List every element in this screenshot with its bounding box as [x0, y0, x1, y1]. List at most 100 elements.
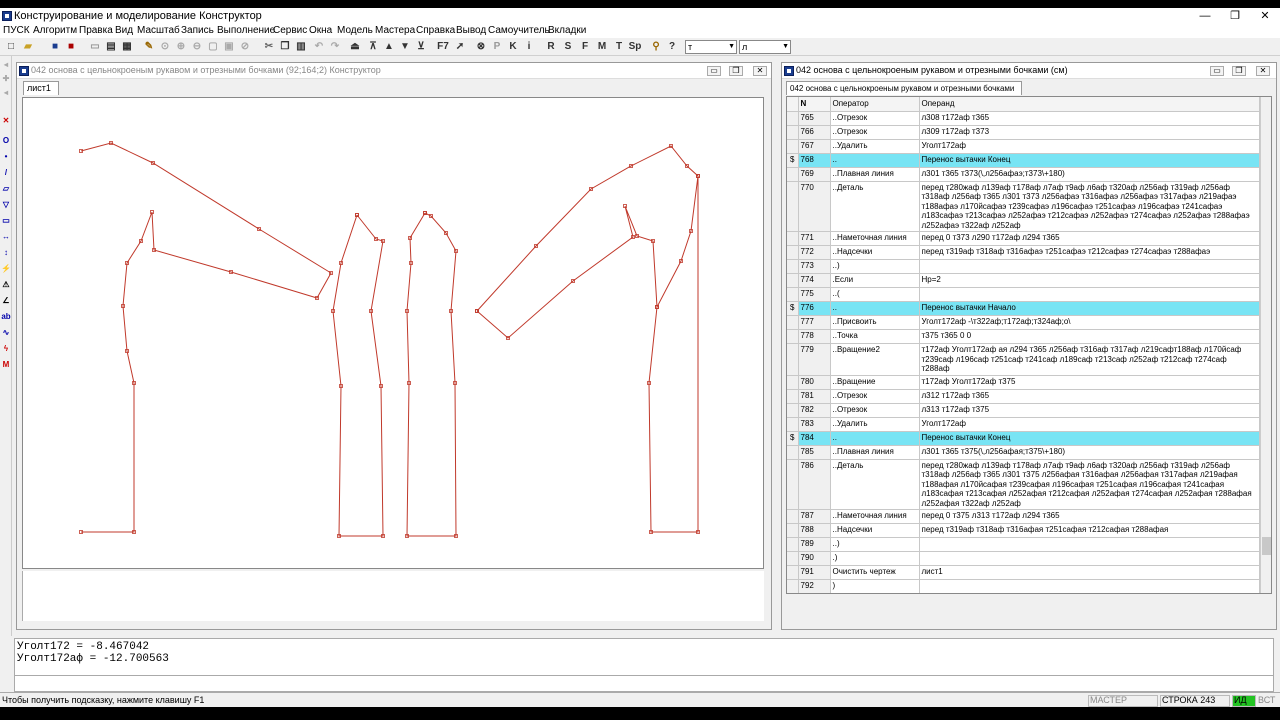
table-row[interactable]: 769 ..Плавная линия л301 т365 т373(\,л256а… [787, 167, 1260, 182]
menu-view[interactable]: Вид [115, 25, 133, 36]
table-row[interactable]: 772 ..Надсечки перед т319аф т318аф т316афа… [787, 245, 1260, 260]
p-button[interactable]: P [490, 40, 504, 54]
table-row[interactable]: 792) [787, 579, 1260, 593]
side-panel-right-piece[interactable] [406, 212, 457, 537]
table-row[interactable]: 786 ..Деталь перед т280жаф л139аф т178аф л… [787, 459, 1260, 510]
header-operator[interactable]: Оператор [830, 97, 920, 112]
menu-tabs[interactable]: Вкладки [548, 25, 586, 36]
zigzag-tool-icon[interactable]: ⚡ [1, 264, 11, 274]
table-row[interactable]: 778 ..Точка т375 т365 0 0 [787, 329, 1260, 344]
drawing-canvas[interactable] [22, 97, 764, 569]
zoom-prev-icon[interactable]: ⊘ [238, 40, 252, 54]
line-tool-icon[interactable]: / [1, 168, 11, 178]
triangle-up-icon[interactable]: ▲ [382, 40, 396, 54]
menu-record[interactable]: Запись [181, 25, 214, 36]
sp-button[interactable]: Sp [627, 40, 643, 54]
scissors-icon[interactable]: ✂ [262, 40, 276, 54]
table-row[interactable]: 773..) [787, 259, 1260, 274]
point-tool-icon[interactable]: • [1, 152, 11, 162]
table-row[interactable]: 774 .Если Нр=2 [787, 273, 1260, 288]
k-button[interactable]: K [506, 40, 520, 54]
arrow-cursor-icon[interactable]: ➚ [453, 40, 467, 54]
menu-start[interactable]: ПУСК [3, 25, 30, 36]
t-button[interactable]: T [612, 40, 626, 54]
table-row[interactable]: 782 ..Отрезок л313 т172аф т375 [787, 403, 1260, 418]
table-row[interactable]: 780 ..Вращение т172аф Уголт172аф т375 [787, 375, 1260, 390]
back-icon[interactable]: ◂ [1, 88, 11, 98]
operations-window-restore-button[interactable]: ❐ [1232, 66, 1246, 76]
menu-wizards[interactable]: Мастера [375, 25, 415, 36]
cut-icon[interactable]: ▭ [88, 40, 102, 54]
drawing-scroll-area[interactable] [22, 571, 764, 621]
table-row[interactable]: 767 ..Удалить Уголт172аф [787, 139, 1260, 154]
close-button[interactable]: ✕ [1250, 8, 1280, 24]
command-input[interactable] [14, 676, 1274, 692]
o-tool-icon[interactable]: O [1, 136, 11, 146]
context-help-icon[interactable]: ? [665, 40, 679, 54]
save-as-icon[interactable]: ■ [64, 40, 78, 54]
table-row[interactable]: 788 ..Надсечки перед т319аф т318аф т316афа… [787, 523, 1260, 538]
front-bodice-piece[interactable] [476, 145, 699, 533]
table-row[interactable]: 789..) [787, 537, 1260, 552]
front-sleeve-piece[interactable] [476, 205, 658, 339]
zoom-icon[interactable]: ⊙ [158, 40, 172, 54]
minimize-button[interactable]: — [1190, 8, 1220, 24]
help-key-icon[interactable]: ⚲ [649, 40, 663, 54]
abc-tool-icon[interactable]: ab [1, 312, 11, 322]
eject-icon[interactable]: ⏏ [348, 40, 362, 54]
preview-icon[interactable]: ▦ [120, 40, 134, 54]
redo-icon[interactable]: ↷ [328, 40, 342, 54]
line-select[interactable]: л [739, 40, 791, 54]
zoom-out-icon[interactable]: ⊖ [190, 40, 204, 54]
triangle-down-icon[interactable]: ▼ [398, 40, 412, 54]
table-row[interactable]: 771 ..Наметочная линия перед 0 т373 л290 т… [787, 231, 1260, 246]
m-button[interactable]: M [595, 40, 609, 54]
table-row[interactable]: 775 ..( [787, 287, 1260, 302]
operations-scroll-thumb[interactable] [1262, 537, 1271, 555]
zoom-all-icon[interactable]: ▣ [222, 40, 236, 54]
table-row[interactable]: 766 ..Отрезок л309 т172аф т373 [787, 125, 1260, 140]
i-button[interactable]: i [522, 40, 536, 54]
menu-output[interactable]: Вывод [456, 25, 486, 36]
mirror-tool-icon[interactable]: ϟ [1, 344, 11, 354]
table-row[interactable]: 793 [787, 594, 1259, 595]
table-row[interactable]: 781 ..Отрезок л312 т172аф т365 [787, 389, 1260, 404]
table-row[interactable]: 779 ..Вращение2 т172аф Уголт172аф ая л294 … [787, 343, 1260, 376]
zoom-window-icon[interactable]: ▢ [206, 40, 220, 54]
maximize-button[interactable]: ❐ [1220, 8, 1250, 24]
operations-window-minimize-button[interactable]: ▭ [1210, 66, 1224, 76]
curve-tool-icon[interactable]: ∿ [1, 328, 11, 338]
f7-button[interactable]: F7 [435, 40, 451, 54]
compass-tool-icon[interactable]: ⚠ [1, 280, 11, 290]
polyline-tool-icon[interactable]: ▱ [1, 184, 11, 194]
pointer-icon[interactable]: ◂ [1, 60, 11, 70]
s-button[interactable]: S [561, 40, 575, 54]
menu-help[interactable]: Справка [416, 25, 455, 36]
menu-scale[interactable]: Масштаб [137, 25, 180, 36]
header-operand[interactable]: Операнд [919, 97, 1260, 112]
copy-icon[interactable]: ❐ [278, 40, 292, 54]
operations-window-close-button[interactable]: ✕ [1256, 66, 1270, 76]
arrow-tool-icon[interactable]: ↕ [1, 248, 11, 258]
step-up-icon[interactable]: ⊼ [366, 40, 380, 54]
menu-edit[interactable]: Правка [79, 25, 113, 36]
open-folder-icon[interactable]: ▰ [21, 40, 35, 54]
side-panel-left-piece[interactable] [332, 214, 384, 537]
drawing-window-close-button[interactable]: ✕ [753, 66, 767, 76]
table-row[interactable]: 791 Очистить чертеж лист1 [787, 565, 1260, 580]
f-button[interactable]: F [578, 40, 592, 54]
pencil-icon[interactable]: ✎ [142, 40, 156, 54]
menu-service[interactable]: Сервис [273, 25, 307, 36]
table-row[interactable]: $776.. Перенос вытачки Начало [787, 301, 1260, 316]
save-icon[interactable]: ■ [48, 40, 62, 54]
cross-icon[interactable]: ✕ [1, 116, 11, 126]
rect-tool-icon[interactable]: ▭ [1, 216, 11, 226]
menu-tutorial[interactable]: Самоучитель [488, 25, 550, 36]
header-n[interactable]: N [798, 97, 831, 112]
table-row[interactable]: 777 ..Присвоить Уголт172аф -\т322аф;т172аф… [787, 315, 1260, 330]
table-row[interactable]: $768.. Перенос вытачки Конец [787, 153, 1260, 168]
measure-tool-icon[interactable]: ↔ [1, 232, 11, 242]
r-button[interactable]: R [544, 40, 558, 54]
table-row[interactable]: $784.. Перенос вытачки Конец [787, 431, 1260, 446]
paste-icon[interactable]: ▥ [294, 40, 308, 54]
